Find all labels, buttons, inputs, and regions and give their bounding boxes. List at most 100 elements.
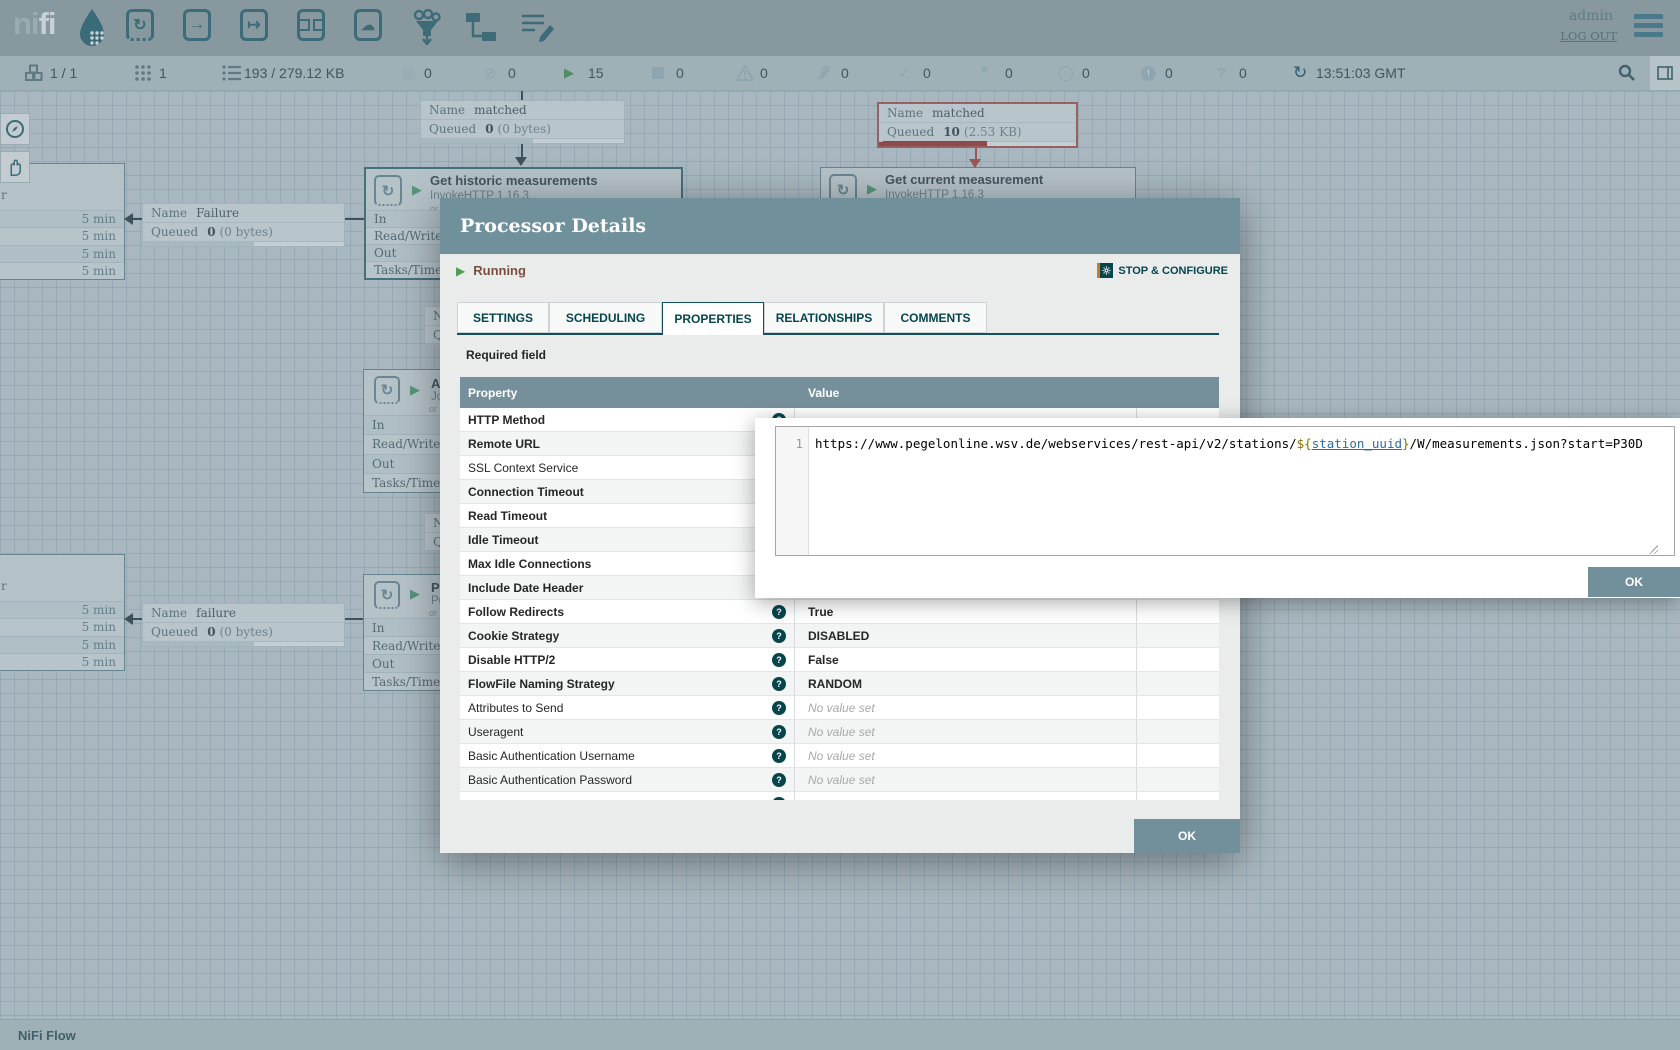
transmitting-icon: ◎: [402, 56, 415, 90]
nifi-drop-icon: [75, 6, 109, 50]
help-icon[interactable]: [772, 677, 786, 691]
stopped-count: 0: [676, 56, 684, 90]
breadcrumb-bar: NiFi Flow: [0, 1019, 1680, 1050]
help-icon[interactable]: [772, 653, 786, 667]
connection-line: [521, 91, 523, 100]
stop-and-configure-button[interactable]: STOP & CONFIGURE: [1097, 263, 1228, 278]
arrowhead-icon: [124, 613, 133, 625]
search-icon[interactable]: [1618, 56, 1636, 90]
tab-comments[interactable]: COMMENTS: [884, 302, 987, 333]
el-variable: station_uuid: [1312, 436, 1402, 451]
disabled-count: 0: [841, 56, 849, 90]
processor-run-status: Running: [473, 263, 526, 278]
table-row: Follow RedirectsTrue: [460, 600, 1219, 624]
breadcrumb[interactable]: NiFi Flow: [18, 1028, 76, 1043]
tab-settings[interactable]: SETTINGS: [457, 302, 549, 333]
hand-icon: [6, 157, 24, 177]
el-bracket-close: }: [1402, 436, 1410, 451]
processor-icon[interactable]: ↻: [126, 9, 154, 41]
dialog-ok-button[interactable]: OK: [1134, 819, 1240, 853]
running-count: 15: [588, 56, 604, 90]
stopped-icon: [652, 56, 664, 90]
queued-stats: 193 / 279.12 KB: [244, 56, 344, 90]
template-icon[interactable]: [464, 9, 498, 50]
tab-properties[interactable]: PROPERTIES: [662, 302, 764, 335]
help-icon[interactable]: [772, 629, 786, 643]
help-icon[interactable]: [772, 749, 786, 763]
cluster-icon: [134, 56, 152, 90]
stale-icon: ↑: [1058, 56, 1073, 90]
table-row: Disable HTTP/2False: [460, 648, 1219, 672]
logout-link[interactable]: LOG OUT: [1560, 29, 1617, 43]
tab-scheduling[interactable]: SCHEDULING: [549, 302, 662, 333]
help-icon[interactable]: [772, 605, 786, 619]
transmitting-count: 0: [424, 56, 432, 90]
invokehttp-processor-icon: ↻: [374, 175, 402, 206]
resize-handle-icon[interactable]: [1648, 544, 1658, 554]
running-status-icon: [867, 181, 877, 197]
stop-configure-gear-icon: [1097, 263, 1113, 278]
table-row: UseragentNo value set: [460, 720, 1219, 744]
connection-line: [521, 144, 523, 157]
not-transmitting-icon: ⊘: [484, 56, 497, 90]
refresh-icon[interactable]: ↻: [1293, 56, 1307, 90]
locally-modified-icon: *: [981, 56, 988, 90]
running-icon: ▶: [564, 56, 574, 90]
locally-modified-stale-count: 0: [1165, 56, 1173, 90]
app-toolbar: nifi ↻ → ↦ ☁ admin LOG OUT: [0, 0, 1680, 56]
operate-panel-toggle-button[interactable]: [1650, 56, 1680, 90]
property-value-editor: 1 https://www.pegelonline.wsv.de/webserv…: [755, 418, 1680, 598]
locally-modified-count: 0: [1005, 56, 1013, 90]
tab-relationships[interactable]: RELATIONSHIPS: [764, 302, 884, 333]
global-menu-icon[interactable]: [1634, 14, 1663, 41]
stale-count: 0: [1082, 56, 1090, 90]
label-icon[interactable]: [520, 9, 556, 50]
table-header: Property Value: [460, 377, 1219, 408]
connection-label[interactable]: Namematched Queued0(0 bytes): [420, 100, 625, 144]
required-field-note: Required field: [466, 348, 546, 362]
el-bracket-open: ${: [1297, 436, 1312, 451]
editor-ok-button[interactable]: OK: [1588, 567, 1680, 597]
line-number-gutter: 1: [776, 427, 809, 555]
active-threads-count: 1 / 1: [50, 56, 77, 90]
arrowhead-icon: [969, 159, 981, 168]
disabled-icon: [816, 56, 832, 90]
expression-code[interactable]: https://www.pegelonline.wsv.de/webservic…: [809, 427, 1674, 555]
funnel-icon[interactable]: [411, 9, 443, 50]
help-icon: [772, 797, 786, 800]
value-editor-textarea[interactable]: 1 https://www.pegelonline.wsv.de/webserv…: [775, 426, 1675, 556]
running-status-icon: [410, 382, 420, 398]
connection-label-selected[interactable]: Namematched Queued10(2.53 KB): [877, 102, 1078, 148]
processor-node[interactable]: r 5 min 5 min 5 min 5 min: [0, 554, 125, 671]
connection-label[interactable]: NameFailure Queued0(0 bytes): [142, 203, 345, 247]
current-user: admin: [1569, 8, 1613, 24]
not-transmitting-count: 0: [508, 56, 516, 90]
invalid-icon: [736, 56, 754, 90]
process-group-icon[interactable]: [297, 9, 325, 41]
table-row: Basic Authentication UsernameNo value se…: [460, 744, 1219, 768]
connection-label[interactable]: Namefailure Queued0(0 bytes): [142, 603, 345, 647]
input-port-icon[interactable]: →: [183, 9, 211, 41]
running-status-icon: [456, 262, 465, 280]
up-to-date-icon: ✓: [898, 56, 911, 90]
sync-failure-icon: ?: [1217, 56, 1226, 90]
last-refresh-time: 13:51:03 GMT: [1316, 56, 1406, 90]
help-icon[interactable]: [772, 773, 786, 787]
dialog-title: Processor Details: [460, 215, 646, 237]
queued-icon: [222, 56, 242, 90]
up-to-date-count: 0: [923, 56, 931, 90]
help-icon[interactable]: [772, 725, 786, 739]
compass-icon: [5, 119, 25, 139]
running-status-icon: [412, 182, 422, 198]
output-port-icon[interactable]: ↦: [240, 9, 268, 41]
invalid-count: 0: [760, 56, 768, 90]
arrowhead-icon: [124, 213, 133, 225]
processor-icon: ↻: [374, 581, 400, 609]
help-icon[interactable]: [772, 701, 786, 715]
remote-process-group-icon[interactable]: ☁: [354, 9, 382, 41]
pan-hand-button[interactable]: [0, 151, 30, 183]
nifi-logo: nifi: [13, 6, 56, 42]
birdseye-button[interactable]: [0, 113, 30, 145]
table-row: Basic Authentication PasswordNo value se…: [460, 768, 1219, 792]
active-threads-icon: [24, 56, 43, 90]
